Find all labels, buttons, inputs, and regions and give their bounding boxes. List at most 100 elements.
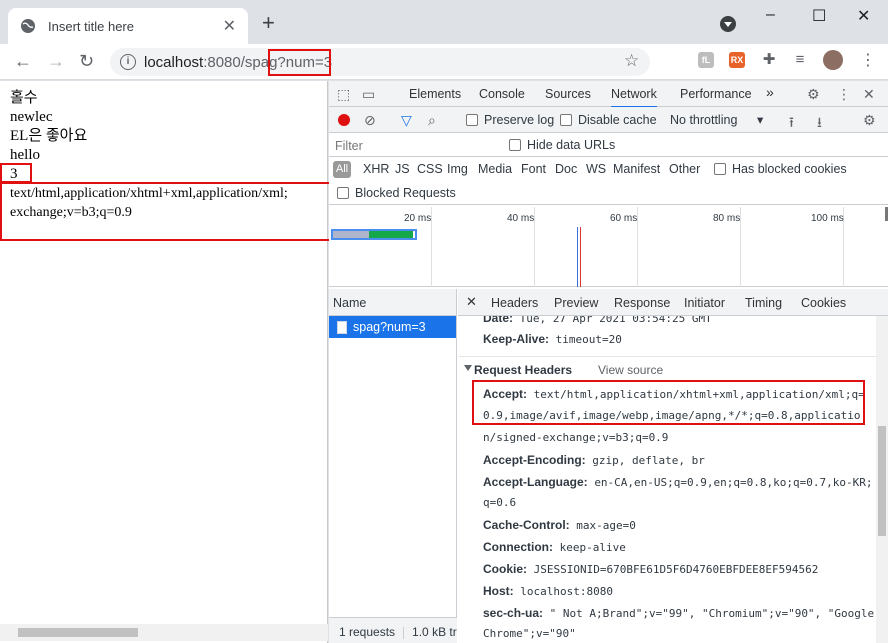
filter-css[interactable]: CSS xyxy=(417,162,443,176)
disable-cache-label: Disable cache xyxy=(578,113,657,127)
accept-header-highlight-box xyxy=(472,380,865,425)
network-overview-timeline[interactable]: 20 ms 40 ms 60 ms 80 ms 100 ms xyxy=(329,207,888,287)
puzzle-icon[interactable]: ✚ xyxy=(761,52,777,68)
header-accept-language: Accept-Language: en-CA,en-US;q=0.9,en;q=… xyxy=(483,475,873,489)
accept-highlight-box xyxy=(0,182,333,241)
browser-menu-icon[interactable]: ⋮ xyxy=(860,50,876,70)
tab-headers[interactable]: Headers xyxy=(491,296,538,310)
more-tabs-icon[interactable]: » xyxy=(766,84,774,100)
num-highlight-box xyxy=(0,163,32,183)
tab-preview[interactable]: Preview xyxy=(554,296,598,310)
browser-tab[interactable]: Insert title here ✕ xyxy=(8,8,248,44)
filter-ws[interactable]: WS xyxy=(586,162,606,176)
avatar[interactable] xyxy=(823,50,843,70)
reload-icon[interactable]: ↻ xyxy=(79,52,94,70)
chevron-down-icon[interactable]: ▾ xyxy=(757,112,763,127)
name-column-header[interactable]: Name xyxy=(329,289,456,316)
header-accept-encoding: Accept-Encoding: gzip, deflate, br xyxy=(483,453,705,467)
preserve-log-checkbox[interactable] xyxy=(466,114,478,126)
profile-menu-icon[interactable] xyxy=(720,16,736,32)
page-line-4: hello xyxy=(10,147,40,163)
tab-console[interactable]: Console xyxy=(479,87,525,101)
network-toolbar: ⊘ ▽ ⌕ Preserve log Disable cache No thro… xyxy=(329,107,888,133)
request-name: spag?num=3 xyxy=(353,320,426,334)
devtools-tab-bar: ⬚ ▭ Elements Console Sources Network Per… xyxy=(329,81,888,108)
site-info-icon[interactable]: i xyxy=(120,54,136,70)
filter-all-button[interactable]: All xyxy=(333,161,351,178)
browser-toolbar: ← → ↻ i localhost:8080/spag?num=3 xyxy=(0,44,888,80)
tab-response[interactable]: Response xyxy=(614,296,670,310)
device-toolbar-icon[interactable]: ▭ xyxy=(362,86,375,103)
hide-data-urls-checkbox[interactable] xyxy=(509,139,521,151)
media-queue-icon[interactable]: ≡ xyxy=(792,52,808,68)
request-row[interactable]: spag?num=3 xyxy=(329,316,456,338)
headers-content: Date: Tue, 27 Apr 2021 03:54:25 GMT Keep… xyxy=(458,316,876,643)
window-close-button[interactable]: ✕ xyxy=(857,6,870,26)
header-sec-ch-ua: sec-ch-ua: " Not A;Brand";v="99", "Chrom… xyxy=(483,606,875,620)
blocked-requests-row: Blocked Requests xyxy=(329,181,888,205)
search-icon[interactable]: ⌕ xyxy=(428,112,436,129)
clear-icon[interactable]: ⊘ xyxy=(364,112,376,129)
forward-icon[interactable]: → xyxy=(47,52,65,70)
header-keep-alive: Keep-Alive: timeout=20 xyxy=(483,332,622,346)
filter-font[interactable]: Font xyxy=(521,162,546,176)
has-blocked-cookies-checkbox[interactable] xyxy=(714,163,726,175)
fnote-icon[interactable]: fL xyxy=(698,52,714,68)
filter-input[interactable]: Filter xyxy=(335,139,363,153)
settings-gear-icon[interactable]: ⚙ xyxy=(807,86,820,103)
blocked-requests-checkbox[interactable] xyxy=(337,187,349,199)
type-filter-row: All XHR JS CSS Img Media Font Doc WS Man… xyxy=(329,157,888,181)
tab-timing[interactable]: Timing xyxy=(745,296,782,310)
filter-doc[interactable]: Doc xyxy=(555,162,577,176)
rss-icon[interactable]: RX xyxy=(729,52,745,68)
filter-icon[interactable]: ▽ xyxy=(401,112,412,129)
url-host: localhost xyxy=(144,53,204,71)
address-bar[interactable]: i localhost:8080/spag?num=3 xyxy=(110,48,650,76)
tab-initiator[interactable]: Initiator xyxy=(684,296,725,310)
tab-cookies[interactable]: Cookies xyxy=(801,296,846,310)
blocked-requests-label: Blocked Requests xyxy=(355,186,456,200)
record-icon[interactable] xyxy=(338,114,350,126)
timeline-tick: 80 ms xyxy=(713,213,741,224)
maximize-button[interactable]: ☐ xyxy=(812,6,826,26)
timeline-tick: 60 ms xyxy=(610,213,638,224)
filter-other[interactable]: Other xyxy=(669,162,700,176)
page-horizontal-scrollbar[interactable] xyxy=(0,624,328,641)
instapaper-icon[interactable]: I xyxy=(667,52,683,68)
url-highlight-box xyxy=(268,49,331,76)
dom-content-loaded-line xyxy=(577,227,578,287)
devtools-menu-icon[interactable]: ⋮ xyxy=(837,86,851,103)
disable-cache-checkbox[interactable] xyxy=(560,114,572,126)
tab-network[interactable]: Network xyxy=(611,87,657,108)
throttling-select[interactable]: No throttling xyxy=(670,113,737,127)
timeline-tick: 100 ms xyxy=(811,213,844,224)
filter-media[interactable]: Media xyxy=(478,162,512,176)
bookmark-star-icon[interactable]: ☆ xyxy=(624,51,639,71)
filter-manifest[interactable]: Manifest xyxy=(613,162,660,176)
tab-close-icon[interactable]: ✕ xyxy=(223,16,236,36)
devtools-panel: ⬚ ▭ Elements Console Sources Network Per… xyxy=(329,81,888,643)
filter-row: Filter Hide data URLs xyxy=(329,133,888,157)
inspect-icon[interactable]: ⬚ xyxy=(337,86,350,103)
tab-performance[interactable]: Performance xyxy=(680,87,752,101)
minimize-button[interactable]: – xyxy=(766,6,775,24)
back-icon[interactable]: ← xyxy=(14,52,32,70)
network-settings-icon[interactable]: ⚙ xyxy=(863,112,876,129)
filter-xhr[interactable]: XHR xyxy=(363,162,389,176)
filter-js[interactable]: JS xyxy=(395,162,410,176)
tab-elements[interactable]: Elements xyxy=(409,87,461,101)
detail-close-icon[interactable]: ✕ xyxy=(466,294,477,310)
scrollbar-thumb[interactable] xyxy=(878,426,886,536)
page-content: 홀수 newlec EL은 좋아요 hello 3 text/html,appl… xyxy=(0,81,328,643)
detail-vertical-scrollbar[interactable] xyxy=(876,316,888,643)
filter-img[interactable]: Img xyxy=(447,162,468,176)
view-source-link[interactable]: View source xyxy=(598,363,663,377)
request-headers-section[interactable]: Request Headers View source xyxy=(458,356,876,382)
tab-sources[interactable]: Sources xyxy=(545,87,591,101)
devtools-close-icon[interactable]: ✕ xyxy=(863,86,875,103)
scrollbar-thumb[interactable] xyxy=(18,628,138,637)
header-date: Date: Tue, 27 Apr 2021 03:54:25 GMT xyxy=(483,316,712,325)
tab-strip: Insert title here ✕ + – ☐ ✕ xyxy=(0,0,888,44)
new-tab-button[interactable]: + xyxy=(262,12,275,34)
collapse-triangle-icon[interactable] xyxy=(464,365,472,371)
